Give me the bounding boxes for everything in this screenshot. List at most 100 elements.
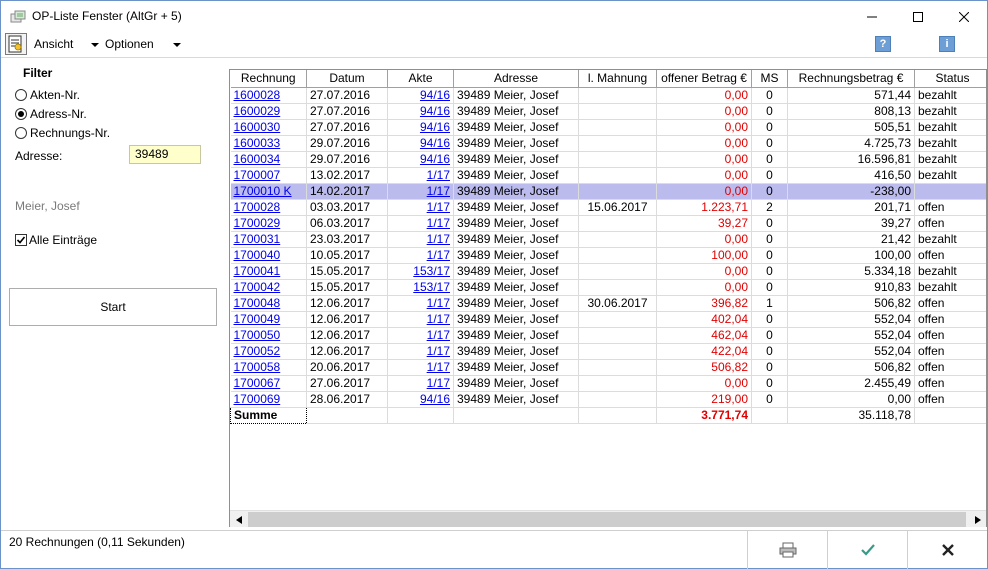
table-row[interactable]: 1700049 12.06.2017 1/17 39489 Meier, Josef 4… xyxy=(230,311,986,328)
checkbox-checked-icon[interactable] xyxy=(15,234,27,246)
minimize-button[interactable] xyxy=(849,1,895,32)
akte-link[interactable]: 1/17 xyxy=(387,231,454,248)
akte-link[interactable]: 94/16 xyxy=(387,103,454,120)
invoice-link[interactable]: 1700010 K xyxy=(230,183,307,200)
info-icon[interactable]: i xyxy=(939,36,955,52)
invoice-link[interactable]: 1700058 xyxy=(230,359,307,376)
alle-eintraege-checkbox[interactable]: Alle Einträge xyxy=(15,233,97,247)
table-row[interactable]: 1600033 29.07.2016 94/16 39489 Meier, Josef… xyxy=(230,135,986,152)
column-header[interactable]: Datum xyxy=(306,70,388,88)
invoice-link[interactable]: 1700007 xyxy=(230,167,307,184)
table-row[interactable]: 1600029 27.07.2016 94/16 39489 Meier, Josef… xyxy=(230,103,986,120)
ok-button[interactable] xyxy=(827,531,907,569)
invoice-link[interactable]: 1700048 xyxy=(230,295,307,312)
invoice-link[interactable]: 1700031 xyxy=(230,231,307,248)
column-header[interactable]: Adresse xyxy=(453,70,579,88)
akte-link[interactable]: 94/16 xyxy=(387,391,454,408)
akte-link[interactable]: 94/16 xyxy=(387,135,454,152)
akte-link[interactable]: 1/17 xyxy=(387,167,454,184)
akte-link[interactable]: 94/16 xyxy=(387,151,454,168)
table-row[interactable]: 1700007 13.02.2017 1/17 39489 Meier, Josef 0… xyxy=(230,167,986,184)
invoice-link[interactable]: 1700050 xyxy=(230,327,307,344)
radio-checked-icon[interactable] xyxy=(15,108,27,120)
table-cell xyxy=(578,311,657,328)
akte-link[interactable]: 94/16 xyxy=(387,119,454,136)
table-row[interactable]: 1700042 15.05.2017 153/17 39489 Meier, Jose… xyxy=(230,279,986,296)
table-row[interactable]: 1700031 23.03.2017 1/17 39489 Meier, Josef 0… xyxy=(230,231,986,248)
akte-link[interactable]: 1/17 xyxy=(387,311,454,328)
menu-ansicht[interactable]: Ansicht xyxy=(34,37,73,51)
menu-app-icon[interactable] xyxy=(5,33,27,55)
invoice-link[interactable]: 1700041 xyxy=(230,263,307,280)
close-window-button[interactable] xyxy=(941,1,987,32)
maximize-button[interactable] xyxy=(895,1,941,32)
invoice-link[interactable]: 1700069 xyxy=(230,391,307,408)
table-row[interactable]: 1700058 20.06.2017 1/17 39489 Meier, Josef 5… xyxy=(230,359,986,376)
table-row[interactable]: 1600034 29.07.2016 94/16 39489 Meier, Josef… xyxy=(230,151,986,168)
invoice-link[interactable]: 1700052 xyxy=(230,343,307,360)
radio-akten-nr[interactable]: Akten-Nr. xyxy=(15,87,80,103)
table-row[interactable]: 1700069 28.06.2017 94/16 39489 Meier, Josef… xyxy=(230,391,986,408)
invoice-link[interactable]: 1600030 xyxy=(230,119,307,136)
menu-optionen-arrow-icon[interactable] xyxy=(173,43,181,47)
invoice-link[interactable]: 1600029 xyxy=(230,103,307,120)
scroll-thumb[interactable] xyxy=(248,512,966,527)
column-header[interactable]: offener Betrag € xyxy=(656,70,752,88)
table-row[interactable]: 1700010 K 14.02.2017 1/17 39489 Meier, Jose… xyxy=(230,183,986,200)
table-row[interactable]: 1700040 10.05.2017 1/17 39489 Meier, Josef 1… xyxy=(230,247,986,264)
column-header[interactable]: Status xyxy=(914,70,986,88)
print-button[interactable] xyxy=(747,531,827,569)
invoice-link[interactable]: 1600034 xyxy=(230,151,307,168)
table-cell: bezahlt xyxy=(914,279,986,296)
table-row[interactable]: 1700029 06.03.2017 1/17 39489 Meier, Josef 3… xyxy=(230,215,986,232)
invoice-link[interactable]: 1700040 xyxy=(230,247,307,264)
start-button[interactable]: Start xyxy=(9,288,217,326)
table-row[interactable]: 1700041 15.05.2017 153/17 39489 Meier, Jose… xyxy=(230,263,986,280)
invoice-link[interactable]: 1700049 xyxy=(230,311,307,328)
table-row[interactable]: 1700028 03.03.2017 1/17 39489 Meier, Josef 1… xyxy=(230,199,986,216)
invoice-link[interactable]: 1600028 xyxy=(230,87,307,104)
radio-icon[interactable] xyxy=(15,89,27,101)
table-row[interactable]: 1600028 27.07.2016 94/16 39489 Meier, Josef… xyxy=(230,87,986,104)
column-header[interactable]: Rechnung xyxy=(230,70,307,88)
akte-link[interactable]: 1/17 xyxy=(387,247,454,264)
radio-adress-nr[interactable]: Adress-Nr. xyxy=(15,106,87,122)
horizontal-scrollbar[interactable] xyxy=(230,510,986,527)
table-row[interactable]: 1700067 27.06.2017 1/17 39489 Meier, Josef 0… xyxy=(230,375,986,392)
table-row[interactable]: 1700048 12.06.2017 1/17 39489 Meier, Josef 3… xyxy=(230,295,986,312)
column-header[interactable]: l. Mahnung xyxy=(578,70,657,88)
menu-optionen[interactable]: Optionen xyxy=(105,37,154,51)
akte-link[interactable]: 94/16 xyxy=(387,87,454,104)
column-header[interactable]: Akte xyxy=(387,70,454,88)
invoice-link[interactable]: 1700042 xyxy=(230,279,307,296)
akte-link[interactable]: 1/17 xyxy=(387,215,454,232)
help-icon[interactable]: ? xyxy=(875,36,891,52)
akte-link[interactable]: 1/17 xyxy=(387,359,454,376)
radio-icon[interactable] xyxy=(15,127,27,139)
menu-ansicht-arrow-icon[interactable] xyxy=(91,43,99,47)
column-header[interactable]: Rechnungsbetrag € xyxy=(787,70,915,88)
scroll-left-button[interactable] xyxy=(230,511,247,528)
invoice-link[interactable]: 1700029 xyxy=(230,215,307,232)
akte-link[interactable]: 153/17 xyxy=(387,279,454,296)
akte-link[interactable]: 1/17 xyxy=(387,343,454,360)
invoice-link[interactable]: 1600033 xyxy=(230,135,307,152)
akte-link[interactable]: 1/17 xyxy=(387,199,454,216)
invoice-link[interactable]: 1700067 xyxy=(230,375,307,392)
scroll-right-button[interactable] xyxy=(969,511,986,528)
radio-rechnungs-nr[interactable]: Rechnungs-Nr. xyxy=(15,125,110,141)
invoice-grid[interactable]: Rechnung Datum Akte Adresse l. Mahnung offene… xyxy=(229,69,987,527)
table-cell: 39489 Meier, Josef xyxy=(453,231,579,248)
akte-link[interactable]: 1/17 xyxy=(387,295,454,312)
akte-link[interactable]: 1/17 xyxy=(387,375,454,392)
invoice-link[interactable]: 1700028 xyxy=(230,199,307,216)
akte-link[interactable]: 1/17 xyxy=(387,327,454,344)
adresse-input[interactable]: 39489 xyxy=(129,145,201,164)
akte-link[interactable]: 1/17 xyxy=(387,183,454,200)
table-row[interactable]: 1600030 27.07.2016 94/16 39489 Meier, Josef… xyxy=(230,119,986,136)
cancel-button[interactable] xyxy=(907,531,987,569)
akte-link[interactable]: 153/17 xyxy=(387,263,454,280)
table-row[interactable]: 1700052 12.06.2017 1/17 39489 Meier, Josef 4… xyxy=(230,343,986,360)
table-row[interactable]: 1700050 12.06.2017 1/17 39489 Meier, Josef 4… xyxy=(230,327,986,344)
column-header[interactable]: MS xyxy=(751,70,788,88)
